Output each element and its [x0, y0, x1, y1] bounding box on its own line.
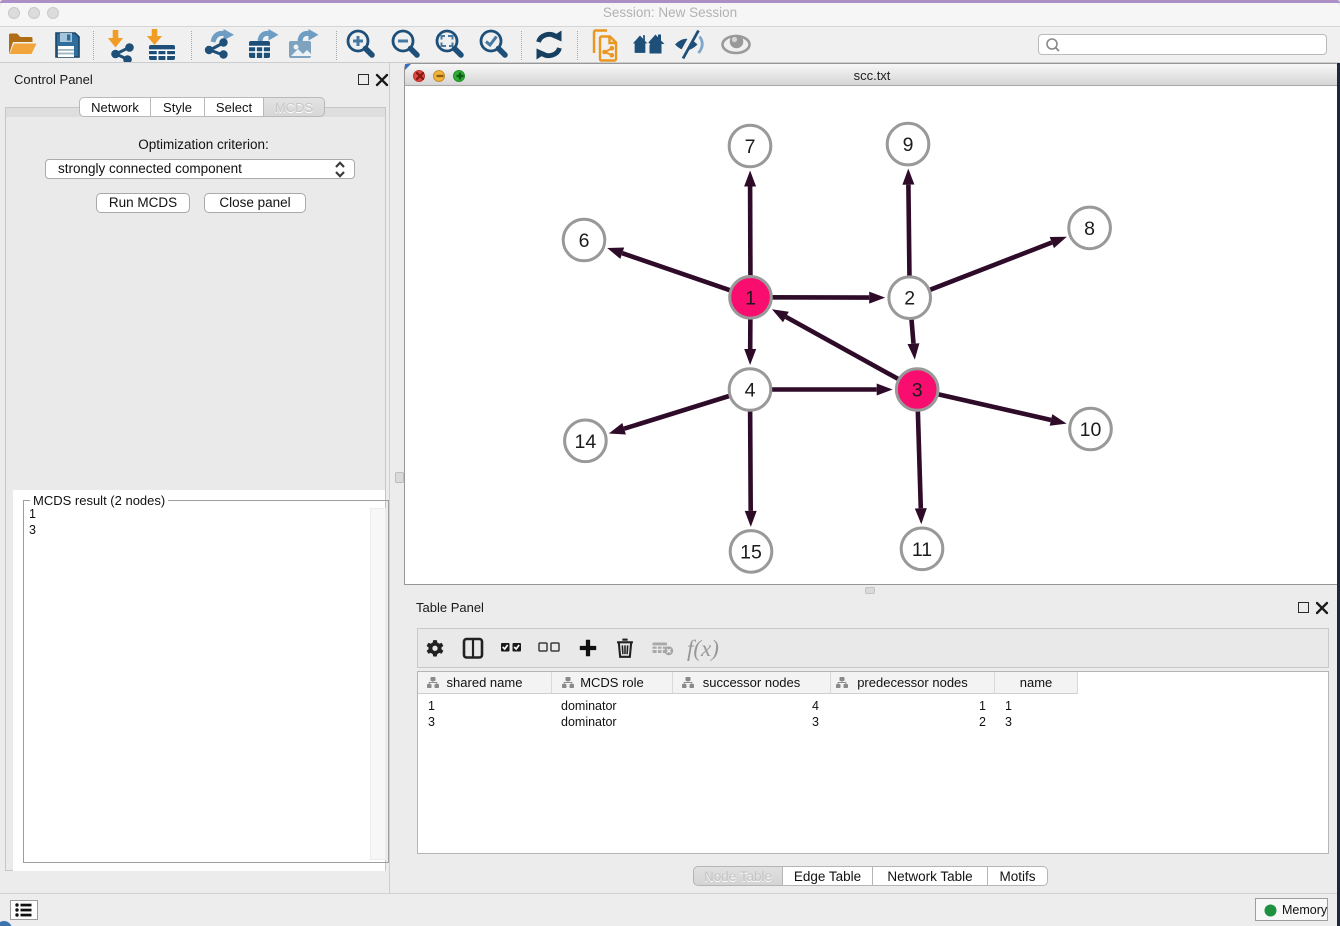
svg-text:2: 2: [904, 288, 915, 310]
svg-text:15: 15: [740, 541, 762, 563]
svg-text:9: 9: [903, 134, 914, 156]
svg-text:7: 7: [745, 136, 756, 158]
svg-text:10: 10: [1080, 419, 1102, 441]
svg-text:4: 4: [745, 380, 756, 402]
svg-text:f(x): f(x): [687, 636, 719, 661]
svg-text:8: 8: [1084, 218, 1095, 240]
svg-text:1: 1: [745, 287, 756, 309]
svg-text:14: 14: [575, 431, 597, 453]
svg-text:3: 3: [912, 380, 923, 402]
svg-text:6: 6: [579, 230, 590, 252]
svg-text:11: 11: [912, 539, 932, 561]
